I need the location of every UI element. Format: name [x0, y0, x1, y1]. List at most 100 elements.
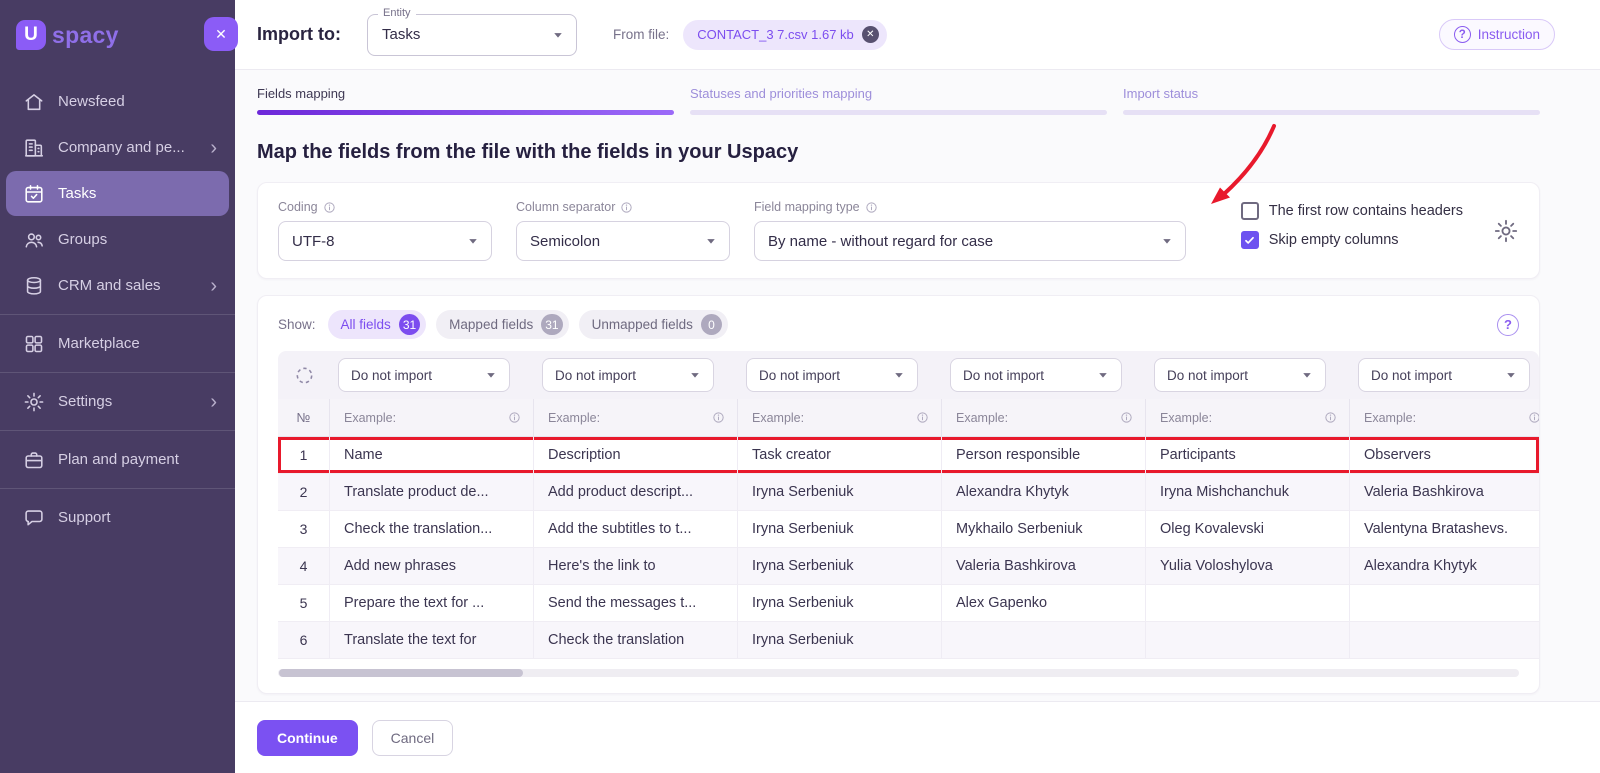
entity-select[interactable]: Entity Tasks	[367, 14, 577, 56]
filter-chip-mapped-fields[interactable]: Mapped fields31	[436, 310, 568, 339]
row-number: 1	[278, 437, 330, 473]
coding-select[interactable]: UTF-8	[278, 221, 492, 261]
instruction-button[interactable]: ? Instruction	[1439, 19, 1555, 50]
table-cell: Iryna Serbeniuk	[738, 474, 942, 510]
filter-chip-unmapped-fields[interactable]: Unmapped fields0	[579, 310, 728, 339]
table-cell: Add new phrases	[330, 548, 534, 584]
coding-field-label: Coding	[278, 200, 492, 214]
example-header-cell: Example:	[942, 399, 1146, 436]
step-progress-bar	[1123, 110, 1540, 115]
help-icon[interactable]: ?	[1497, 314, 1519, 336]
skip-empty-columns-checkbox[interactable]	[1241, 231, 1259, 249]
table-cell: Add product descript...	[534, 474, 738, 510]
sidebar-item-marketplace[interactable]: Marketplace	[6, 321, 229, 366]
column-separator-select[interactable]: Semicolon	[516, 221, 730, 261]
chip-label: All fields	[341, 317, 391, 332]
home-icon	[23, 91, 45, 113]
info-icon	[865, 201, 878, 214]
sidebar-item-plan-and-payment[interactable]: Plan and payment	[6, 437, 229, 482]
horizontal-scrollbar[interactable]	[278, 669, 1519, 677]
uspacy-logo[interactable]: U spacy	[16, 20, 119, 50]
step-tab-1[interactable]: Fields mapping	[257, 86, 674, 115]
chevron-down-icon	[686, 366, 704, 384]
chip-label: Unmapped fields	[592, 317, 693, 332]
settings-gear-icon[interactable]	[1493, 218, 1519, 244]
info-icon	[712, 411, 725, 424]
table-cell: Here's the link to	[534, 548, 738, 584]
table-cell	[1146, 585, 1350, 621]
sidebar-item-settings[interactable]: Settings›	[6, 379, 229, 424]
column-mapping-select[interactable]: Do not import	[1358, 358, 1530, 392]
briefcase-icon	[23, 449, 45, 471]
first-row-headers-option[interactable]: The first row contains headers	[1241, 202, 1463, 220]
table-cell: Translate the text for	[330, 622, 534, 658]
table-row-highlighted: 1NameDescriptionTask creatorPerson respo…	[278, 437, 1539, 474]
column-mapping-value: Do not import	[555, 368, 636, 383]
row-number: 3	[278, 511, 330, 547]
info-icon	[1528, 411, 1539, 424]
footer: Continue Cancel	[235, 701, 1600, 773]
filter-row: Show: All fields31Mapped fields31Unmappe…	[278, 308, 1539, 351]
example-header-cell: Example:	[738, 399, 942, 436]
first-row-headers-checkbox[interactable]	[1241, 202, 1259, 220]
chevron-down-icon	[464, 232, 482, 250]
topbar: Import to: Entity Tasks From file: CONTA…	[235, 0, 1600, 70]
column-mapping-cell: Do not import	[942, 351, 1146, 399]
sidebar-close-button[interactable]: ✕	[204, 17, 238, 51]
field-mapping-type-select[interactable]: By name - without regard for case	[754, 221, 1186, 261]
column-mapping-select[interactable]: Do not import	[1154, 358, 1326, 392]
table-cell: Observers	[1350, 437, 1539, 473]
company-icon	[23, 137, 45, 159]
sidebar-item-groups[interactable]: Groups	[6, 217, 229, 262]
column-separator-value: Semicolon	[530, 233, 600, 250]
step-tab-2[interactable]: Statuses and priorities mapping	[690, 86, 1107, 115]
sidebar-item-label: Newsfeed	[58, 93, 125, 110]
scrollbar-thumb[interactable]	[279, 669, 523, 677]
sidebar-item-support[interactable]: Support	[6, 495, 229, 540]
checkbox-group: The first row contains headers Skip empt…	[1241, 200, 1463, 249]
column-mapping-select[interactable]: Do not import	[542, 358, 714, 392]
continue-button[interactable]: Continue	[257, 720, 358, 756]
chevron-down-icon	[1502, 366, 1520, 384]
groups-icon	[23, 229, 45, 251]
table-cell: Iryna Serbeniuk	[738, 622, 942, 658]
column-mapping-select[interactable]: Do not import	[338, 358, 510, 392]
column-mapping-value: Do not import	[1167, 368, 1248, 383]
info-icon	[1120, 411, 1133, 424]
sidebar-item-crm-and-sales[interactable]: CRM and sales›	[6, 263, 229, 308]
sidebar-item-newsfeed[interactable]: Newsfeed	[6, 79, 229, 124]
column-separator-field: Column separator Semicolon	[516, 200, 730, 261]
skip-empty-columns-option[interactable]: Skip empty columns	[1241, 231, 1463, 249]
table-cell: Valeria Bashkirova	[942, 548, 1146, 584]
column-mapping-select[interactable]: Do not import	[950, 358, 1122, 392]
sidebar-item-label: Plan and payment	[58, 451, 179, 468]
cancel-button[interactable]: Cancel	[372, 720, 454, 756]
example-label: Example:	[548, 411, 600, 425]
info-icon	[916, 411, 929, 424]
table-cell: Iryna Serbeniuk	[738, 511, 942, 547]
step-label: Fields mapping	[257, 86, 674, 101]
skip-empty-columns-label: Skip empty columns	[1269, 232, 1399, 248]
step-tab-3[interactable]: Import status	[1123, 86, 1540, 115]
sidebar-item-label: Settings	[58, 393, 112, 410]
filter-chip-all-fields[interactable]: All fields31	[328, 310, 427, 339]
chevron-down-icon	[549, 26, 567, 44]
sync-cell	[278, 351, 330, 399]
remove-file-icon[interactable]: ✕	[862, 26, 879, 43]
chevron-down-icon	[482, 366, 500, 384]
table-cell	[942, 622, 1146, 658]
sidebar-item-label: Tasks	[58, 185, 96, 202]
column-mapping-select[interactable]: Do not import	[746, 358, 918, 392]
column-mapping-cell: Do not import	[738, 351, 942, 399]
table-cell: Prepare the text for ...	[330, 585, 534, 621]
import-options-card: Coding UTF-8 Column separator Semicolon	[257, 182, 1540, 279]
field-mapping-type-field: Field mapping type By name - without reg…	[754, 200, 1186, 261]
marketplace-icon	[23, 333, 45, 355]
sidebar-item-tasks[interactable]: Tasks	[6, 171, 229, 216]
example-label: Example:	[956, 411, 1008, 425]
step-progress-bar	[257, 110, 674, 115]
step-progress-bar	[690, 110, 1107, 115]
chevron-right-icon: ›	[210, 138, 217, 158]
table-row: 5Prepare the text for ...Send the messag…	[278, 585, 1539, 622]
sidebar-item-company-and-people[interactable]: Company and pe...›	[6, 125, 229, 170]
